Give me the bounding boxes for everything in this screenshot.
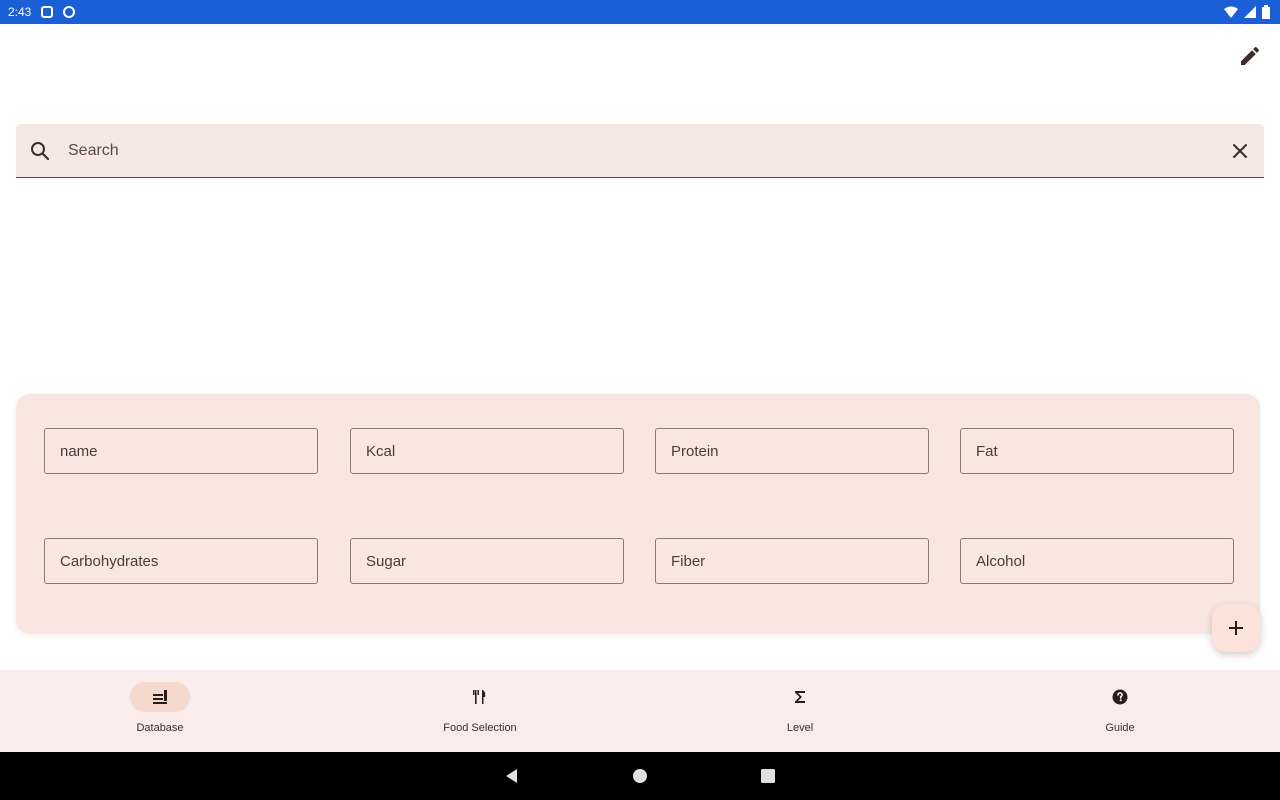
name-field	[44, 428, 318, 474]
add-button[interactable]	[1212, 604, 1260, 652]
signal-icon	[1244, 6, 1256, 18]
nav-indicator	[1090, 682, 1150, 712]
battery-icon	[1262, 5, 1270, 19]
nav-indicator	[130, 682, 190, 712]
protein-field	[655, 428, 929, 474]
alcohol-input[interactable]	[961, 539, 1233, 583]
recents-icon[interactable]	[760, 768, 776, 784]
nav-label-guide: Guide	[1105, 722, 1135, 734]
search-icon	[31, 142, 50, 161]
help-icon	[1112, 689, 1128, 705]
restaurant-icon	[473, 690, 486, 704]
sugar-input[interactable]	[351, 539, 623, 583]
search-input[interactable]	[66, 132, 1210, 170]
close-icon[interactable]	[1228, 139, 1252, 163]
bottom-navigation: Database Food Selection Level Guide	[0, 670, 1280, 752]
nav-item-food-selection[interactable]: Food Selection	[320, 670, 640, 752]
nav-label-database: Database	[136, 722, 184, 734]
nav-item-level[interactable]: Level	[640, 670, 960, 752]
carbohydrates-input[interactable]	[45, 539, 317, 583]
kcal-input[interactable]	[351, 429, 623, 473]
status-system-icons	[1224, 0, 1270, 24]
edit-button[interactable]	[1238, 44, 1262, 68]
search-bar	[16, 124, 1264, 178]
status-bar: 2:43	[0, 0, 1280, 24]
sigma-icon	[795, 691, 805, 703]
food-entry-form	[16, 394, 1260, 634]
sugar-field	[350, 538, 624, 584]
system-navigation-bar	[0, 752, 1280, 800]
database-icon	[153, 690, 167, 704]
kcal-field	[350, 428, 624, 474]
nav-indicator	[770, 682, 830, 712]
protein-input[interactable]	[656, 429, 928, 473]
back-icon[interactable]	[504, 768, 520, 784]
fiber-field	[655, 538, 929, 584]
add-icon	[1229, 621, 1243, 635]
home-icon[interactable]	[632, 768, 648, 784]
carbohydrates-field	[44, 538, 318, 584]
notification-icon	[41, 6, 54, 18]
wifi-icon	[1224, 6, 1238, 18]
fat-input[interactable]	[961, 429, 1233, 473]
sync-icon	[63, 6, 76, 18]
nav-indicator	[450, 682, 510, 712]
nav-item-guide[interactable]: Guide	[960, 670, 1280, 752]
nav-item-database[interactable]: Database	[0, 670, 320, 752]
nav-label-level: Level	[786, 722, 814, 734]
status-notification-icons	[41, 6, 76, 18]
alcohol-field	[960, 538, 1234, 584]
name-input[interactable]	[45, 429, 317, 473]
nav-label-food-selection: Food Selection	[443, 722, 517, 734]
fat-field	[960, 428, 1234, 474]
fiber-input[interactable]	[656, 539, 928, 583]
pencil-icon	[1241, 46, 1259, 65]
status-time: 2:43	[8, 5, 32, 19]
